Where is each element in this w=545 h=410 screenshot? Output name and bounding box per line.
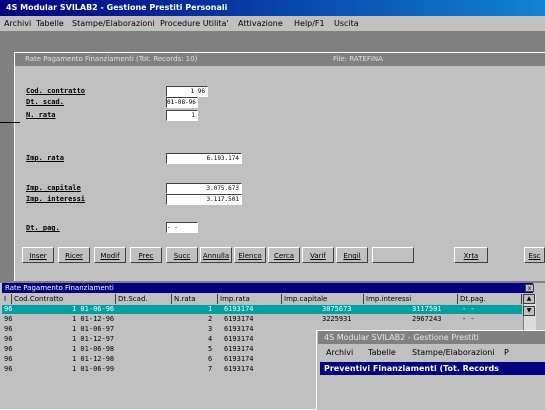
menu-tabelle[interactable]: Tabelle	[36, 19, 64, 28]
varif-button[interactable]: Varif	[302, 247, 334, 263]
menu-attivazione[interactable]: Attivazione	[238, 19, 283, 28]
cell-date: 1 01-06-97	[72, 325, 115, 333]
prec-button[interactable]: Prec	[130, 247, 162, 263]
table-row[interactable]: 96 1 01-12-96 2 6193174 3225931 2967243 …	[2, 315, 522, 324]
cell-imp-capitale: 3075673	[322, 305, 352, 313]
cell-code: 96	[4, 305, 13, 313]
field-cod-contratto[interactable]: 1 96	[166, 86, 208, 97]
cell-code: 96	[4, 315, 13, 323]
xrta-button[interactable]: Xrta	[454, 247, 488, 263]
blank-button[interactable]	[372, 247, 414, 263]
cell-imp-rata: 6193174	[224, 305, 254, 313]
cell-n-rata: 7	[208, 365, 213, 373]
callout-line	[0, 122, 20, 123]
cell-date: 1 01-12-96	[72, 315, 115, 323]
second-menu-stampe[interactable]: Stampe/Elaborazioni	[412, 348, 495, 357]
cerca-button[interactable]: Cerca	[268, 247, 300, 263]
cell-date: 1 01-12-98	[72, 355, 115, 363]
menu-archivi[interactable]: Archivi	[4, 19, 31, 28]
second-child-title: Preventivi Finanziamenti (Tot. Records	[320, 362, 545, 375]
grid-window-title: Rate Pagamento Finanziamenti	[2, 283, 533, 293]
menu-help[interactable]: Help/F1	[294, 19, 325, 28]
esc-button[interactable]: Esc	[524, 247, 545, 263]
field-imp-capitale[interactable]: 3.075.673	[166, 183, 242, 194]
field-dt-scad[interactable]: 01-08-96	[166, 97, 198, 108]
label-dt-pag: Dt. pag.	[26, 224, 60, 232]
field-imp-rata[interactable]: 6.193.174	[166, 153, 242, 164]
cell-dt-pag: - -	[462, 305, 475, 313]
second-menu-tabelle[interactable]: Tabelle	[368, 348, 396, 357]
form-window-title-bar: Rate Pagamento Finanziamenti (Tot. Recor…	[15, 53, 545, 66]
succ-button[interactable]: Succ	[166, 247, 198, 263]
cell-n-rata: 1	[208, 305, 213, 313]
field-imp-interessi[interactable]: 3.117.501	[166, 194, 242, 205]
cell-code: 96	[4, 365, 13, 373]
cell-imp-rata: 6193174	[224, 365, 254, 373]
second-menu-archivi[interactable]: Archivi	[326, 348, 353, 357]
modif-button[interactable]: Modif	[94, 247, 126, 263]
cell-imp-interessi: 3117501	[412, 305, 442, 313]
cell-n-rata: 5	[208, 345, 213, 353]
cell-imp-rata: 6193174	[224, 315, 254, 323]
table-row[interactable]: 96 1 01-06-96 1 6193174 3075673 3117501 …	[2, 305, 522, 314]
engil-button[interactable]: Engil	[336, 247, 368, 263]
col-header-imp-capitale[interactable]: Imp.capitale	[282, 294, 364, 304]
label-imp-interessi: Imp. interessi	[26, 195, 86, 203]
cell-dt-pag: - -	[462, 315, 475, 323]
cell-n-rata: 4	[208, 335, 213, 343]
cell-code: 96	[4, 325, 13, 333]
cell-imp-rata: 6193174	[224, 345, 254, 353]
scroll-up-icon[interactable]: ▲	[523, 294, 535, 304]
cell-date: 1 01-06-98	[72, 345, 115, 353]
second-menu-p[interactable]: P	[504, 348, 509, 357]
cell-imp-rata: 6193174	[224, 335, 254, 343]
scroll-down-icon[interactable]: ▼	[523, 306, 535, 316]
cell-code: 96	[4, 345, 13, 353]
label-cod-contratto: Cod. contratto	[26, 87, 86, 95]
elenco-button[interactable]: Elenco	[234, 247, 266, 263]
cell-n-rata: 2	[208, 315, 213, 323]
cell-n-rata: 3	[208, 325, 213, 333]
col-header-n-rata[interactable]: N.rata	[172, 294, 218, 304]
annulla-button[interactable]: Annulla	[200, 247, 232, 263]
form-window-title: Rate Pagamento Finanziamenti (Tot. Recor…	[25, 55, 198, 63]
menu-procedure[interactable]: Procedure Utilita'	[160, 19, 229, 28]
menu-uscita[interactable]: Uscita	[334, 19, 359, 28]
label-dt-scad: Dt. scad.	[26, 98, 64, 106]
cell-date: 1 01-06-99	[72, 365, 115, 373]
cell-imp-interessi: 2967243	[412, 315, 442, 323]
col-header-indicator[interactable]: I	[2, 294, 12, 304]
cell-date: 1 01-06-96	[72, 305, 115, 313]
form-file-label: File: RATEFINA	[333, 55, 383, 63]
col-header-cod-contratto[interactable]: Cod.Contratto	[12, 294, 116, 304]
cell-imp-capitale: 3225931	[322, 315, 352, 323]
cell-code: 96	[4, 335, 13, 343]
app-title-bar: 4S Modular SVILAB2 - Gestione Prestiti P…	[0, 0, 545, 16]
cell-n-rata: 6	[208, 355, 213, 363]
col-header-dt-scad[interactable]: Dt.Scad.	[116, 294, 172, 304]
cell-imp-rata: 6193174	[224, 325, 254, 333]
inser-button[interactable]: Inser	[22, 247, 54, 263]
label-imp-capitale: Imp. capitale	[26, 184, 81, 192]
cell-code: 96	[4, 355, 13, 363]
second-app-title-bar: 4S Modular SVILAB2 - Gestione Prestiti	[318, 331, 545, 344]
col-header-imp-interessi[interactable]: Imp.interessi	[364, 294, 458, 304]
ricer-button[interactable]: Ricer	[58, 247, 90, 263]
second-menu-bar: Archivi Tabelle Stampe/Elaborazioni P	[318, 346, 545, 360]
col-header-imp-rata[interactable]: Imp.rata	[218, 294, 282, 304]
label-n-rata: N. rata	[26, 111, 56, 119]
label-imp-rata: Imp. rata	[26, 154, 64, 162]
cell-imp-rata: 6193174	[224, 355, 254, 363]
cell-date: 1 01-12-97	[72, 335, 115, 343]
field-n-rata[interactable]: 1	[166, 110, 198, 121]
menu-bar: Archivi Tabelle Stampe/Elaborazioni Proc…	[0, 17, 545, 31]
menu-stampe[interactable]: Stampe/Elaborazioni	[72, 19, 155, 28]
close-icon[interactable]: x	[525, 284, 534, 292]
field-dt-pag[interactable]: - -	[166, 222, 198, 233]
col-header-dt-pag[interactable]: Dt.pag.	[458, 294, 522, 304]
